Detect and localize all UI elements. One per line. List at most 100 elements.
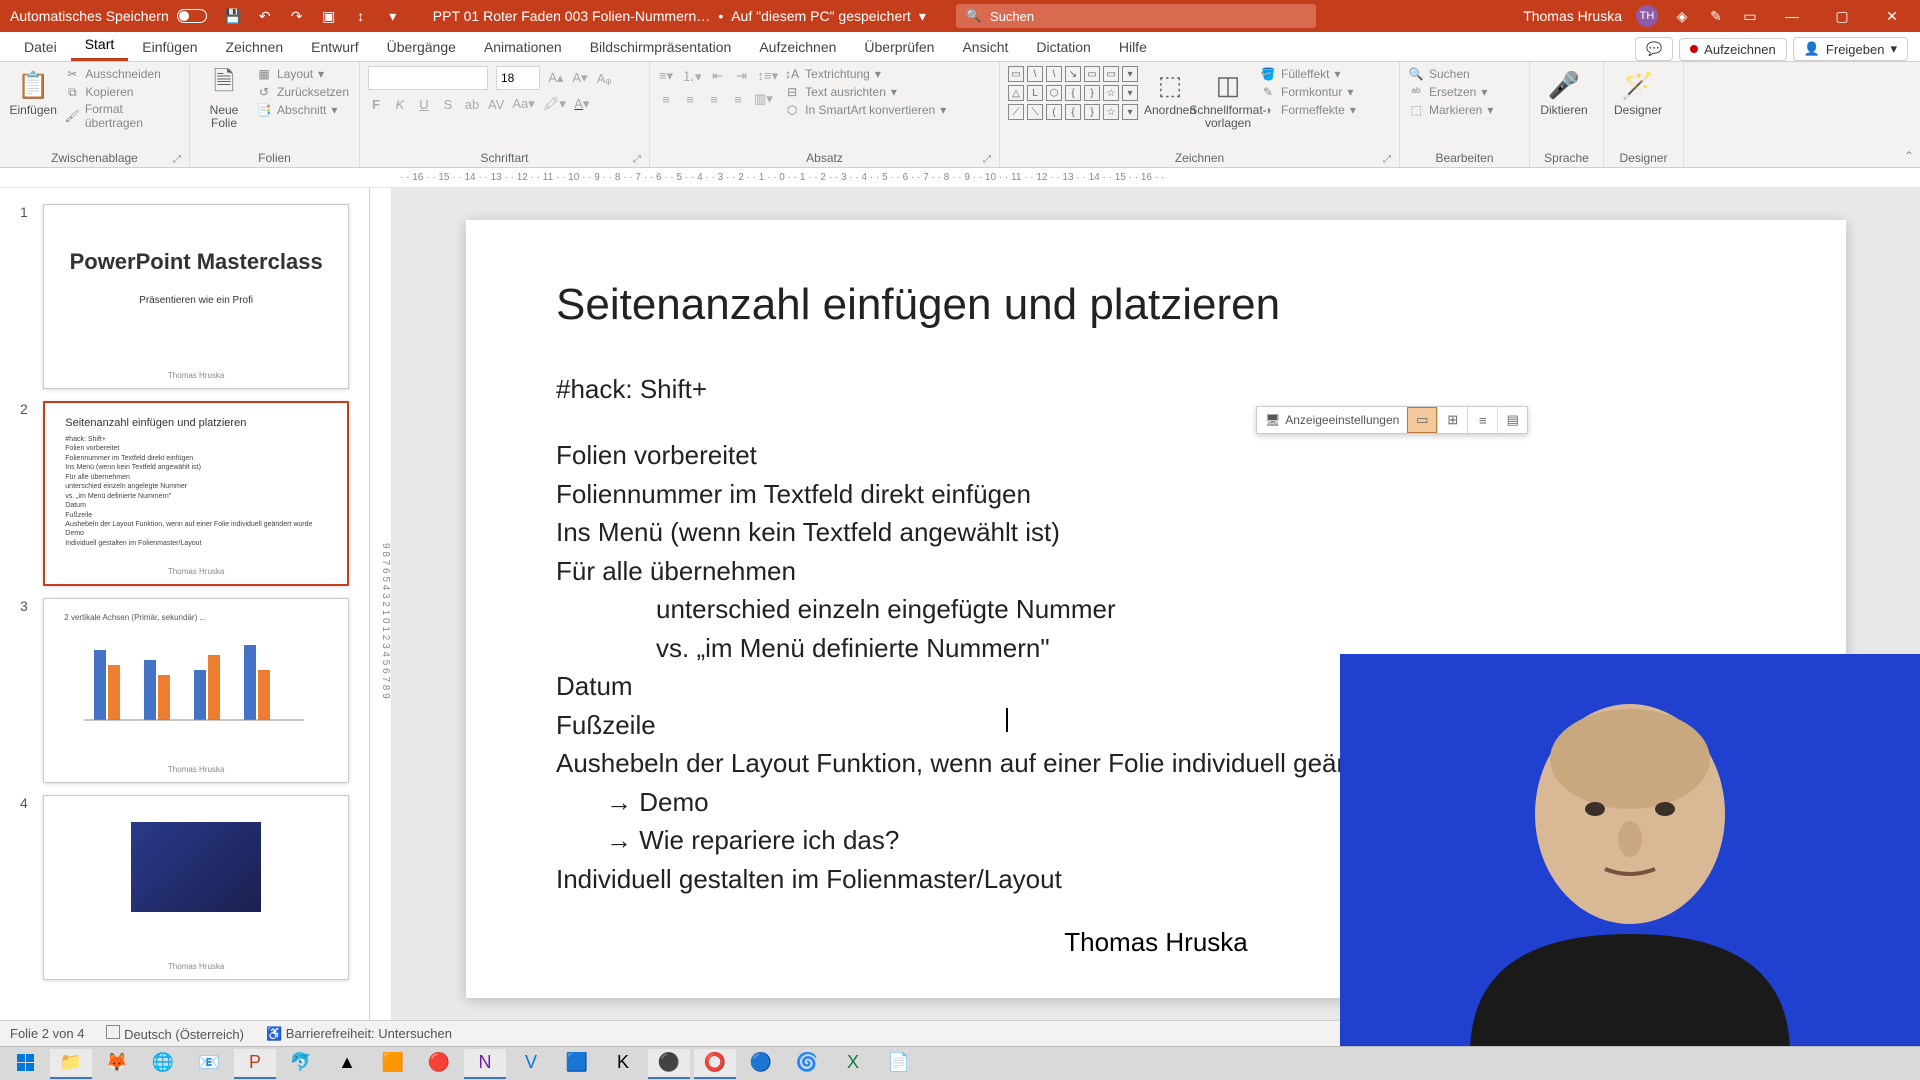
collapse-ribbon-icon[interactable]: ⌃ — [1904, 149, 1914, 163]
tab-slideshow[interactable]: Bildschirmpräsentation — [576, 35, 746, 61]
taskbar-app-6[interactable]: K — [602, 1049, 644, 1079]
find-button[interactable]: 🔍Suchen — [1408, 66, 1493, 82]
taskbar-chrome[interactable]: 🌐 — [142, 1049, 184, 1079]
underline-button[interactable]: U — [416, 97, 432, 112]
dialog-launcher-icon[interactable]: ⤢ — [1383, 154, 1391, 165]
close-button[interactable]: ✕ — [1874, 0, 1910, 32]
minimize-button[interactable]: — — [1774, 0, 1810, 32]
shadow-button[interactable]: ab — [464, 97, 480, 112]
font-color-icon[interactable]: A▾ — [574, 96, 590, 112]
tab-transitions[interactable]: Übergänge — [373, 35, 470, 61]
taskbar-app-7[interactable]: ⭕ — [694, 1049, 736, 1079]
dictate-button[interactable]: 🎤Diktieren — [1538, 66, 1590, 117]
slide-title-text[interactable]: Seitenanzahl einfügen und platzieren — [556, 280, 1756, 330]
pen-icon[interactable]: ✎ — [1706, 6, 1726, 26]
columns-icon[interactable]: ▥▾ — [754, 91, 773, 107]
horizontal-ruler[interactable]: · · 16 · · 15 · · 14 · · 13 · · 12 · · 1… — [0, 168, 1920, 188]
paste-button[interactable]: 📋 Einfügen — [8, 66, 58, 117]
search-input[interactable]: 🔍 Suchen — [956, 4, 1316, 28]
indent-decrease-icon[interactable]: ⇤ — [710, 68, 726, 84]
reset-button[interactable]: ↺Zurücksetzen — [256, 84, 349, 100]
user-name[interactable]: Thomas Hruska — [1523, 8, 1622, 24]
convert-smartart-button[interactable]: ⬡In SmartArt konvertieren ▾ — [784, 102, 946, 118]
layout-button[interactable]: ▦Layout ▾ — [256, 66, 349, 82]
shape-effects-button[interactable]: ◑Formeffekte ▾ — [1260, 102, 1356, 118]
tab-home[interactable]: Start — [71, 32, 129, 61]
clear-formatting-icon[interactable]: Aᵩ — [596, 71, 612, 86]
taskbar-firefox[interactable]: 🦊 — [96, 1049, 138, 1079]
from-beginning-icon[interactable]: ▣ — [319, 6, 339, 26]
dialog-launcher-icon[interactable]: ⤢ — [173, 154, 181, 165]
bold-button[interactable]: F — [368, 97, 384, 112]
format-painter-button[interactable]: 🖌Format übertragen — [64, 102, 181, 130]
share-button[interactable]: 👤 Freigeben ▾ — [1793, 37, 1908, 61]
section-button[interactable]: 📑Abschnitt ▾ — [256, 102, 349, 118]
view-option-2[interactable]: ⊞ — [1437, 407, 1467, 433]
strike-button[interactable]: S — [440, 97, 456, 112]
slide-thumbnail-4[interactable]: Thomas Hruska — [43, 795, 349, 980]
tab-animations[interactable]: Animationen — [470, 35, 576, 61]
tab-file[interactable]: Datei — [10, 35, 71, 61]
tab-review[interactable]: Überprüfen — [850, 35, 948, 61]
justify-icon[interactable]: ≡ — [730, 92, 746, 107]
redo-icon[interactable]: ↷ — [287, 6, 307, 26]
taskbar-obs[interactable]: ⚫ — [648, 1049, 690, 1079]
slide-thumbnail-2[interactable]: Seitenanzahl einfügen und platzieren #ha… — [43, 401, 349, 586]
numbering-icon[interactable]: ⒈▾ — [682, 66, 702, 85]
taskbar-powerpoint[interactable]: P — [234, 1049, 276, 1079]
highlight-icon[interactable]: 🖍▾ — [543, 96, 566, 112]
text-direction-button[interactable]: ↕ATextrichtung ▾ — [784, 66, 946, 82]
dialog-launcher-icon[interactable]: ⤢ — [633, 154, 641, 165]
line-spacing-icon[interactable]: ↕≡▾ — [758, 68, 779, 84]
slide-count[interactable]: Folie 2 von 4 — [10, 1026, 84, 1041]
font-name-input[interactable] — [368, 66, 488, 90]
record-button[interactable]: Aufzeichnen — [1679, 38, 1787, 61]
taskbar-app-4[interactable]: V — [510, 1049, 552, 1079]
italic-button[interactable]: K — [392, 97, 408, 112]
bullets-icon[interactable]: ≡▾ — [658, 68, 674, 84]
cut-button[interactable]: ✂Ausschneiden — [64, 66, 181, 82]
indent-increase-icon[interactable]: ⇥ — [734, 68, 750, 84]
grow-font-icon[interactable]: A▴ — [548, 70, 564, 86]
autosave-toggle[interactable]: Automatisches Speichern — [10, 8, 207, 24]
tab-help[interactable]: Hilfe — [1105, 35, 1161, 61]
vertical-ruler[interactable]: 9 8 7 6 5 4 3 2 1 0 1 2 3 4 5 6 7 8 9 — [370, 188, 392, 1054]
tab-record[interactable]: Aufzeichnen — [745, 35, 850, 61]
taskbar-onenote[interactable]: N — [464, 1049, 506, 1079]
taskbar-edge[interactable]: 🌀 — [786, 1049, 828, 1079]
taskbar-vlc[interactable]: ▲ — [326, 1049, 368, 1079]
save-icon[interactable]: 💾 — [223, 6, 243, 26]
language-status[interactable]: Deutsch (Österreich) — [106, 1025, 244, 1042]
shrink-font-icon[interactable]: A▾ — [572, 70, 588, 86]
shape-outline-button[interactable]: ✎Formkontur ▾ — [1260, 84, 1356, 100]
taskbar-outlook[interactable]: 📧 — [188, 1049, 230, 1079]
align-center-icon[interactable]: ≡ — [682, 92, 698, 107]
document-title-area[interactable]: PPT 01 Roter Faden 003 Folien-Nummern… •… — [433, 8, 926, 25]
view-option-4[interactable]: ▤ — [1497, 407, 1527, 433]
tab-draw[interactable]: Zeichnen — [212, 35, 298, 61]
taskbar-app-5[interactable]: 🟦 — [556, 1049, 598, 1079]
select-button[interactable]: ⬚Markieren ▾ — [1408, 102, 1493, 118]
maximize-button[interactable]: ▢ — [1824, 0, 1860, 32]
taskbar-explorer[interactable]: 📁 — [50, 1049, 92, 1079]
font-size-input[interactable] — [496, 66, 540, 90]
designer-button[interactable]: 🪄Designer — [1612, 66, 1664, 117]
taskbar-app-9[interactable]: 📄 — [878, 1049, 920, 1079]
tab-insert[interactable]: Einfügen — [128, 35, 211, 61]
slide-thumbnail-3[interactable]: 2 vertikale Achsen (Primär, sekundär) ..… — [43, 598, 349, 783]
copy-button[interactable]: ⧉Kopieren — [64, 84, 181, 100]
slide-thumbnail-1[interactable]: PowerPoint Masterclass Präsentieren wie … — [43, 204, 349, 389]
replace-button[interactable]: ᵃᵇErsetzen ▾ — [1408, 84, 1493, 100]
shape-fill-button[interactable]: 🪣Fülleffekt ▾ — [1260, 66, 1356, 82]
comments-button[interactable]: 💬 — [1635, 37, 1673, 61]
taskbar-excel[interactable]: X — [832, 1049, 874, 1079]
align-left-icon[interactable]: ≡ — [658, 92, 674, 107]
undo-icon[interactable]: ↶ — [255, 6, 275, 26]
quick-styles-button[interactable]: ◫Schnellformat-vorlagen — [1202, 66, 1254, 130]
taskbar-app-1[interactable]: 🐬 — [280, 1049, 322, 1079]
taskbar-app-3[interactable]: 🔴 — [418, 1049, 460, 1079]
slide-thumbnails-pane[interactable]: 1 PowerPoint Masterclass Präsentieren wi… — [0, 188, 370, 1054]
ribbon-display-icon[interactable]: ▭ — [1740, 6, 1760, 26]
coming-soon-icon[interactable]: ◈ — [1672, 6, 1692, 26]
start-button[interactable] — [4, 1049, 46, 1079]
